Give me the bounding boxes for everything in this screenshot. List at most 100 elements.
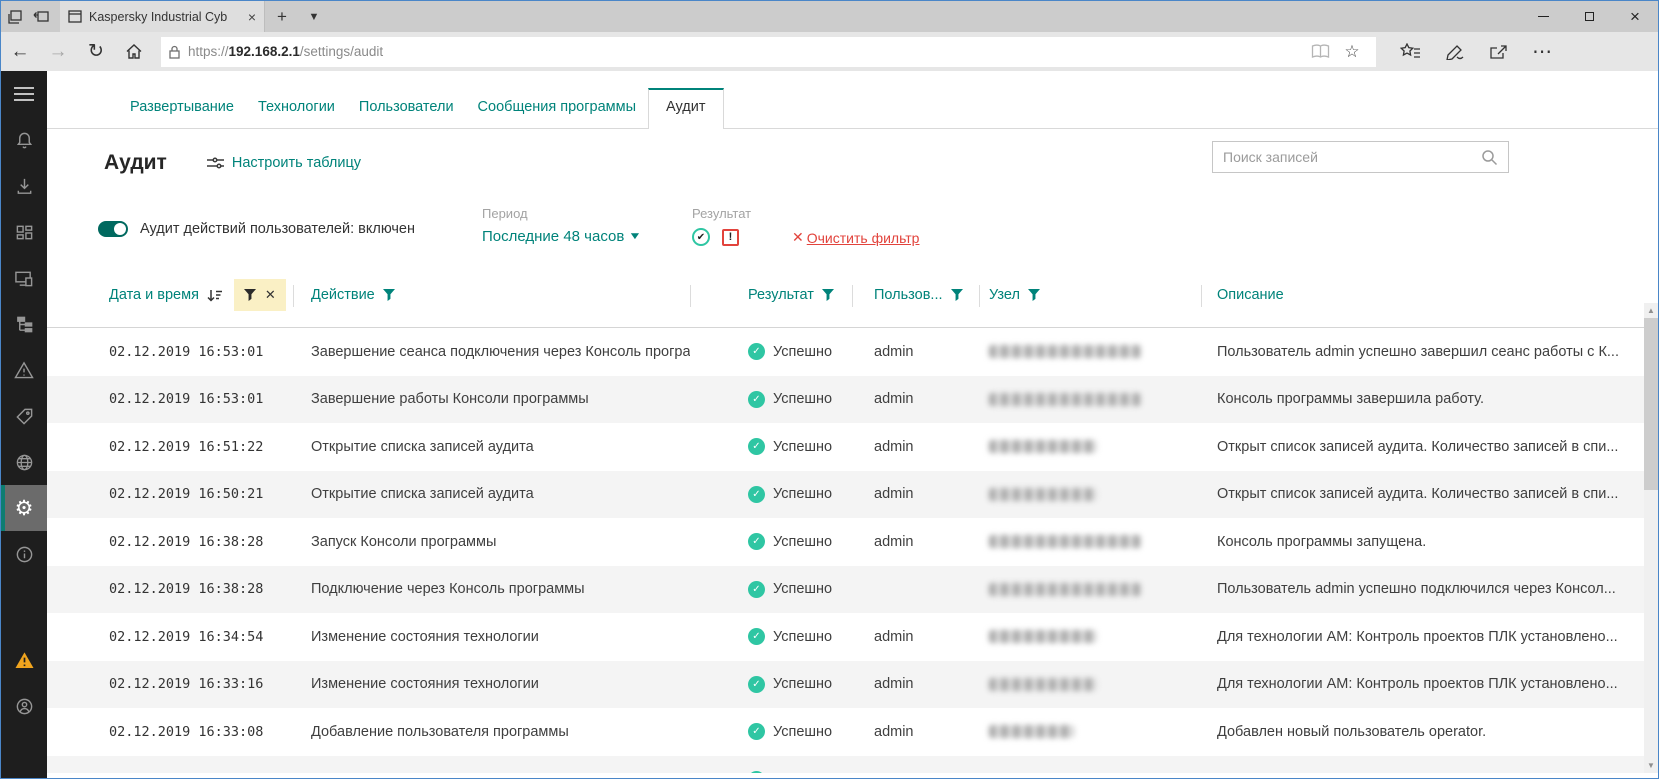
refresh-icon[interactable]: ↻ <box>77 32 115 71</box>
set-tabs-aside-icon[interactable] <box>28 1 55 32</box>
cell-datetime: 02.12.2019 16:34:54 <box>104 629 293 645</box>
address-bar[interactable]: https://192.168.2.1/settings/audit ☆ <box>161 37 1376 67</box>
chevron-down-icon: ▼ <box>628 231 642 242</box>
filter-funnel-icon[interactable] <box>951 289 963 301</box>
network-tree-icon[interactable] <box>1 301 47 347</box>
cell-action: Завершение сеанса подключения через Конс… <box>293 344 690 360</box>
period-dropdown[interactable]: Последние 48 часов▼ <box>482 228 640 245</box>
sort-descending-icon[interactable] <box>207 289 222 302</box>
reading-view-icon[interactable] <box>1304 44 1336 59</box>
window-controls: × <box>1520 1 1658 32</box>
search-icon[interactable] <box>1481 149 1498 166</box>
audit-table-body: 02.12.2019 16:53:01Завершение сеанса под… <box>47 328 1658 773</box>
clear-filter-link[interactable]: ✕ Очистить фильтр <box>792 229 919 246</box>
tab-audit[interactable]: Аудит <box>648 88 723 129</box>
table-row[interactable]: 02.12.2019 16:38:28Запуск Консоли програ… <box>47 518 1658 566</box>
success-check-icon: ✓ <box>748 771 765 773</box>
cell-action: Запуск Консоли программы <box>293 534 690 550</box>
scrollbar-thumb[interactable] <box>1644 318 1658 490</box>
settings-tab-bar: Развертывание Технологии Пользователи Со… <box>47 71 1658 129</box>
cell-action: Подключение через Консоль программы <box>293 581 690 597</box>
dashboard-grid-icon[interactable] <box>1 209 47 255</box>
account-user-icon[interactable] <box>1 683 47 729</box>
result-error-filter-icon[interactable]: ! <box>722 229 739 246</box>
back-icon[interactable]: ← <box>1 32 39 71</box>
result-success-filter-icon[interactable]: ✔ <box>692 228 710 246</box>
cell-description: Для технологии AM: Контроль проектов ПЛК… <box>1201 676 1658 692</box>
scroll-up-icon[interactable]: ▲ <box>1644 303 1658 318</box>
new-tab-button[interactable]: + <box>265 1 299 32</box>
tab-deployment[interactable]: Развертывание <box>118 89 246 128</box>
menu-icon[interactable] <box>1 71 47 117</box>
column-header-user[interactable]: Пользов... <box>852 263 979 327</box>
success-check-icon: ✓ <box>748 723 765 740</box>
remove-filter-icon[interactable]: ✕ <box>265 287 276 303</box>
table-row[interactable]: 02.12.2019 16:51:22Открытие списка запис… <box>47 423 1658 471</box>
share-icon[interactable] <box>1476 32 1520 71</box>
minimize-button[interactable] <box>1520 1 1566 32</box>
cell-user: admin <box>852 344 979 360</box>
table-row[interactable]: 02.12.2019 16:53:01Завершение сеанса под… <box>47 328 1658 376</box>
table-row[interactable]: 02.12.2019 16:34:54Изменение состояния т… <box>47 613 1658 661</box>
tab-technologies[interactable]: Технологии <box>246 89 347 128</box>
network-globe-icon[interactable] <box>1 439 47 485</box>
scroll-down-icon[interactable]: ▼ <box>1644 758 1658 773</box>
tab-preview-icon[interactable] <box>1 1 28 32</box>
search-input[interactable] <box>1223 149 1481 165</box>
column-header-node[interactable]: Узел <box>979 263 1201 327</box>
alerts-warning-icon[interactable] <box>1 637 47 683</box>
column-header-result[interactable]: Результат <box>690 263 852 327</box>
page-title: Аудит <box>104 151 167 175</box>
table-row[interactable]: 02.12.2019 16:38:28Подключение через Кон… <box>47 566 1658 614</box>
tab-users[interactable]: Пользователи <box>347 89 466 128</box>
table-row[interactable]: 02.12.2019 16:50:21Открытие списка запис… <box>47 471 1658 519</box>
column-header-datetime[interactable]: Дата и время ✕ <box>104 263 293 327</box>
redacted-node-value <box>989 678 1097 691</box>
table-row[interactable]: 02.12.2019 16:33:08Добавление пользовате… <box>47 708 1658 756</box>
add-favorite-star-icon[interactable]: ☆ <box>1336 42 1368 62</box>
table-row[interactable]: ✓Успешно <box>47 756 1658 774</box>
tab-title: Kaspersky Industrial Cyb <box>89 10 241 24</box>
browser-tab[interactable]: Kaspersky Industrial Cyb × <box>60 1 265 32</box>
configure-table-button[interactable]: Настроить таблицу <box>207 155 361 171</box>
table-row[interactable]: 02.12.2019 16:53:01Завершение работы Кон… <box>47 376 1658 424</box>
cell-node <box>979 393 1201 406</box>
tab-list-chevron-icon[interactable]: ▼ <box>299 1 329 32</box>
success-check-icon: ✓ <box>748 391 765 408</box>
events-warning-outline-icon[interactable] <box>1 347 47 393</box>
audit-toggle[interactable] <box>98 221 128 237</box>
forward-icon[interactable]: → <box>39 32 77 71</box>
assets-devices-icon[interactable] <box>1 255 47 301</box>
cell-node <box>979 535 1201 548</box>
column-header-description: Описание <box>1201 263 1658 327</box>
more-menu-icon[interactable]: ⋯ <box>1520 32 1564 71</box>
cell-description: Пользователь admin успешно завершил сеан… <box>1201 344 1658 360</box>
notifications-bell-icon[interactable] <box>1 117 47 163</box>
settings-gear-icon[interactable]: ⚙ <box>1 485 47 531</box>
close-button[interactable]: × <box>1612 1 1658 32</box>
table-row[interactable]: 02.12.2019 16:33:16Изменение состояния т… <box>47 661 1658 709</box>
tab-favicon-icon <box>68 10 82 23</box>
active-filter-chip[interactable]: ✕ <box>234 279 286 311</box>
hub-favorites-icon[interactable] <box>1388 32 1432 71</box>
tags-icon[interactable] <box>1 393 47 439</box>
cell-user: admin <box>852 724 979 740</box>
cell-datetime: 02.12.2019 16:50:21 <box>104 486 293 502</box>
web-note-pen-icon[interactable] <box>1432 32 1476 71</box>
cell-action: Завершение работы Консоли программы <box>293 391 690 407</box>
browser-toolbar: ← → ↻ https://192.168.2.1/settings/audit… <box>1 32 1658 71</box>
filter-funnel-icon[interactable] <box>822 289 834 301</box>
home-icon[interactable] <box>115 32 153 71</box>
filter-funnel-icon[interactable] <box>383 289 395 301</box>
filter-funnel-icon[interactable] <box>1028 289 1040 301</box>
redacted-node-value <box>989 535 1141 548</box>
maximize-button[interactable] <box>1566 1 1612 32</box>
search-box <box>1212 141 1509 173</box>
column-header-action[interactable]: Действие <box>293 263 690 327</box>
tab-close-icon[interactable]: × <box>248 10 256 24</box>
success-check-icon: ✓ <box>748 438 765 455</box>
download-icon[interactable] <box>1 163 47 209</box>
vertical-scrollbar[interactable]: ▲ ▼ <box>1644 303 1658 773</box>
about-info-icon[interactable] <box>1 531 47 577</box>
tab-app-messages[interactable]: Сообщения программы <box>466 89 648 128</box>
